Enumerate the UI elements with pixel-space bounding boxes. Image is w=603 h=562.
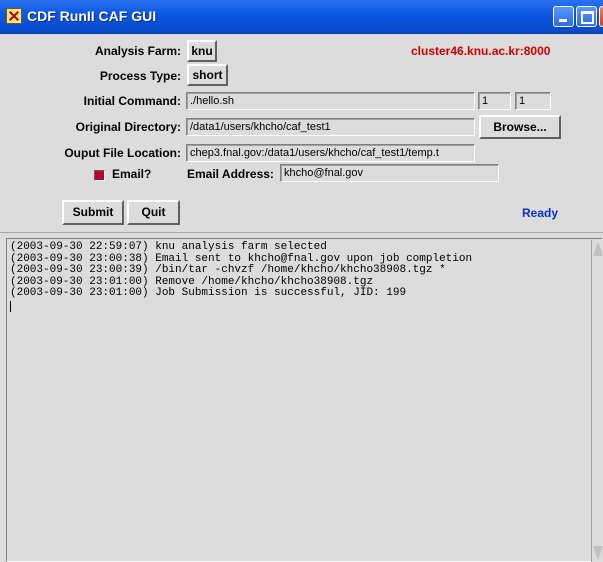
window-title: CDF RunII CAF GUI	[27, 8, 157, 24]
original-directory-label: Original Directory:	[75, 120, 181, 134]
log-line: (2003-09-30 23:00:39) /bin/tar -chvzf /h…	[10, 264, 446, 276]
original-directory-field[interactable]: /data1/users/khcho/caf_test1	[186, 118, 475, 136]
initial-command-label: Initial Command:	[83, 94, 181, 108]
log-line: (2003-09-30 23:01:00) Job Submission is …	[10, 287, 407, 299]
email-address-field[interactable]: khcho@fnal.gov	[280, 164, 499, 182]
analysis-farm-menu[interactable]: knu	[187, 40, 217, 62]
scroll-down-icon[interactable]	[593, 546, 603, 560]
scroll-up-icon[interactable]	[593, 242, 603, 256]
email-address-label: Email Address:	[187, 167, 274, 181]
minimize-icon[interactable]	[553, 6, 574, 27]
caf-gui-window: CDF RunII CAF GUI Analysis Farm: knu clu…	[0, 0, 603, 562]
maximize-icon[interactable]	[576, 6, 597, 27]
initial-command-field[interactable]: ./hello.sh	[186, 92, 475, 110]
log-line: (2003-09-30 22:59:07) knu analysis farm …	[10, 241, 327, 253]
segment-end-field[interactable]: 1	[515, 92, 551, 110]
email-toggle-label: Email?	[112, 167, 152, 181]
server-address: cluster46.knu.ac.kr:8000	[411, 44, 551, 58]
log-textarea[interactable]: (2003-09-30 22:59:07) knu analysis farm …	[10, 241, 588, 562]
close-icon[interactable]	[599, 6, 603, 27]
process-type-label: Process Type:	[99, 69, 181, 83]
divider	[0, 232, 603, 233]
browse-button[interactable]: Browse...	[479, 115, 561, 139]
email-checkbox[interactable]	[94, 170, 105, 181]
analysis-farm-label: Analysis Farm:	[94, 44, 181, 58]
process-type-menu[interactable]: short	[187, 64, 228, 86]
app-icon	[6, 8, 22, 24]
output-location-label: Ouput File Location:	[64, 146, 181, 160]
submit-button[interactable]: Submit	[62, 200, 124, 225]
status-text: Ready	[522, 206, 559, 220]
log-scrollbar[interactable]	[591, 240, 603, 562]
quit-button[interactable]: Quit	[127, 200, 180, 225]
title-bar[interactable]: CDF RunII CAF GUI	[0, 0, 603, 34]
text-caret	[10, 300, 11, 312]
segment-start-field[interactable]: 1	[478, 92, 511, 110]
output-location-field[interactable]: chep3.fnal.gov:/data1/users/khcho/caf_te…	[186, 144, 475, 162]
